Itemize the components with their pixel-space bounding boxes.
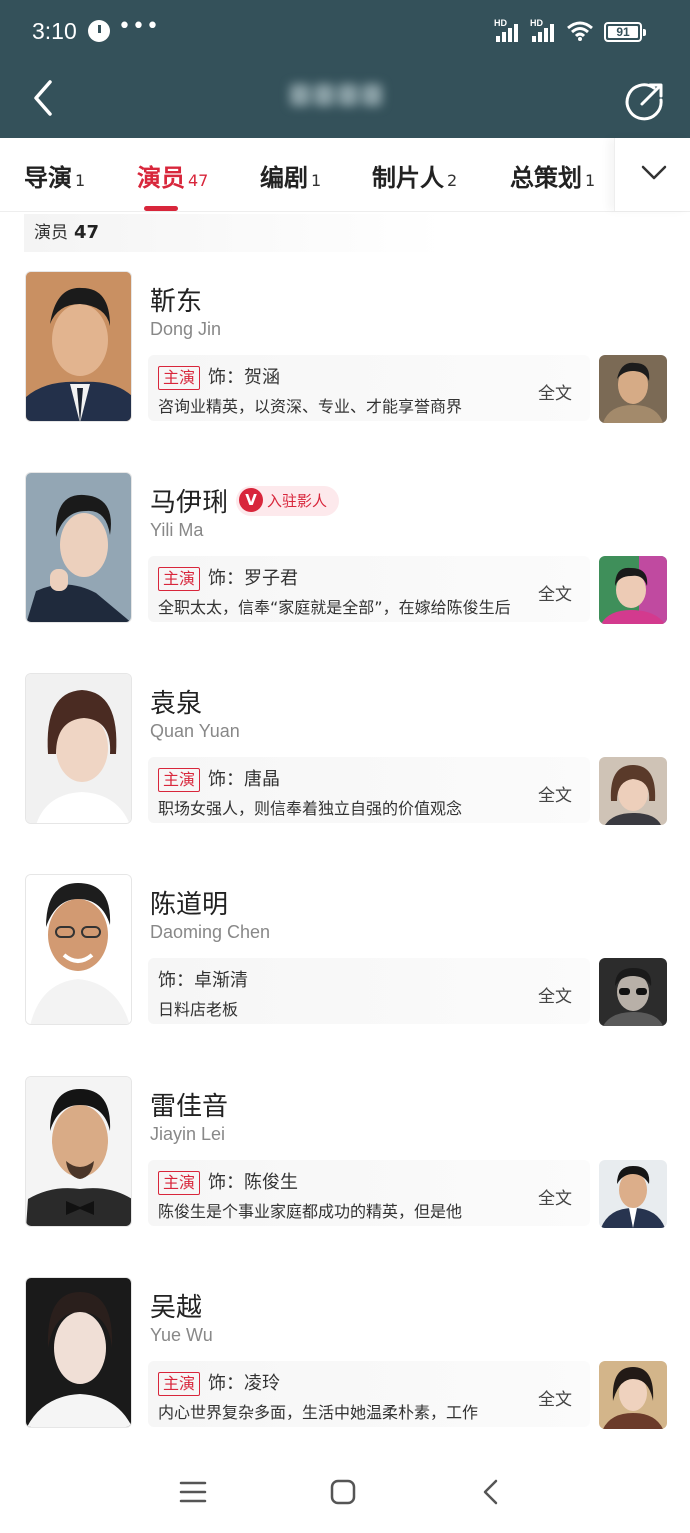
lead-role-tag: 主演	[158, 768, 201, 792]
full-text-link[interactable]: 全文	[538, 781, 572, 806]
actor-row[interactable]: 吴越 Yue Wu 主演 饰：凌玲 内心世界复杂多面，生活中她温柔朴素，工作 全文	[0, 1277, 690, 1429]
role-card[interactable]: 主演 饰：唐晶 职场女强人，则信奉着独立自强的价值观念	[148, 757, 590, 823]
full-text-link[interactable]: 全文	[538, 1184, 572, 1209]
alarm-icon	[88, 20, 110, 42]
role-description: 咨询业精英，以资深、专业、才能享誉商界	[158, 397, 463, 416]
full-text-link[interactable]: 全文	[538, 1385, 572, 1410]
role-name: 饰：凌玲	[208, 1373, 281, 1394]
role-description: 陈俊生是个事业家庭都成功的精英，但是他	[158, 1202, 463, 1221]
verified-badge[interactable]: V 入驻影人	[236, 485, 340, 516]
character-thumbnail[interactable]	[599, 1361, 667, 1429]
character-thumbnail[interactable]	[599, 958, 667, 1026]
role-description: 日料店老板	[158, 1000, 239, 1019]
actor-name-en: Daoming Chen	[150, 922, 271, 942]
role-card[interactable]: 主演 饰：陈俊生 陈俊生是个事业家庭都成功的精英，但是他	[148, 1160, 590, 1226]
full-text-link[interactable]: 全文	[538, 580, 572, 605]
lead-role-tag: 主演	[158, 1372, 201, 1396]
actor-name-en: Yue Wu	[150, 1325, 213, 1345]
tab-producer[interactable]: 制片人 2	[372, 158, 457, 193]
home-icon[interactable]	[325, 1474, 361, 1510]
battery-icon: 91	[604, 22, 646, 42]
character-thumbnail[interactable]	[599, 1160, 667, 1228]
tab-actors[interactable]: 演员 47	[137, 158, 208, 193]
actor-name-en: Yili Ma	[150, 520, 204, 540]
actor-row[interactable]: 陈道明 Daoming Chen 饰：卓渐清 日料店老板 全文	[0, 874, 690, 1026]
actor-photo[interactable]	[25, 1277, 132, 1428]
expand-tabs-button[interactable]	[614, 138, 690, 211]
wifi-icon	[567, 21, 593, 41]
role-card[interactable]: 主演 饰：贺涵 咨询业精英，以资深、专业、才能享誉商界	[148, 355, 590, 421]
section-header: 演员 47	[24, 214, 444, 252]
app-header: 3:10 ••• HD HD 91	[0, 0, 690, 138]
actor-name-cn: 陈道明	[150, 890, 229, 920]
actor-name-cn: 雷佳音	[150, 1092, 229, 1122]
actor-photo[interactable]	[25, 1076, 132, 1227]
role-name: 饰：唐晶	[208, 769, 281, 790]
back-button[interactable]	[24, 76, 64, 120]
share-button[interactable]	[624, 78, 668, 122]
actor-name-cn: 马伊琍	[150, 488, 229, 518]
full-text-link[interactable]: 全文	[538, 982, 572, 1007]
actor-row[interactable]: 马伊琍 V 入驻影人 Yili Ma 主演 饰：罗子君 全职太太，信奉“家庭就是全部”…	[0, 472, 690, 624]
actor-photo[interactable]	[25, 874, 132, 1025]
status-time: 3:10	[32, 18, 77, 44]
actor-row[interactable]: 雷佳音 Jiayin Lei 主演 饰：陈俊生 陈俊生是个事业家庭都成功的精英，但…	[0, 1076, 690, 1228]
section-title: 演员	[34, 223, 68, 243]
tab-screenwriter[interactable]: 编剧 1	[260, 158, 321, 193]
actor-name-en: Quan Yuan	[150, 721, 240, 741]
menu-icon[interactable]	[175, 1474, 211, 1510]
signal-icon-2	[532, 22, 562, 42]
character-thumbnail[interactable]	[599, 757, 667, 825]
verified-v-icon: V	[239, 488, 264, 512]
role-card[interactable]: 饰：卓渐清 日料店老板	[148, 958, 590, 1024]
system-nav-bar	[0, 1450, 690, 1533]
actor-photo[interactable]	[25, 673, 132, 824]
actor-name-cn: 吴越	[150, 1293, 203, 1323]
actor-photo[interactable]	[25, 472, 132, 623]
lead-role-tag: 主演	[158, 366, 201, 390]
actor-row[interactable]: 袁泉 Quan Yuan 主演 饰：唐晶 职场女强人，则信奉着独立自强的价值观念 …	[0, 673, 690, 825]
role-name: 饰：卓渐清	[158, 970, 248, 991]
actor-photo[interactable]	[25, 271, 132, 422]
page-title-blurred	[290, 84, 404, 110]
role-card[interactable]: 主演 饰：罗子君 全职太太，信奉“家庭就是全部”，在嫁给陈俊生后	[148, 556, 590, 622]
role-name: 饰：罗子君	[208, 568, 299, 589]
actor-name-cn: 袁泉	[150, 689, 203, 719]
role-name: 饰：贺涵	[208, 367, 281, 388]
full-text-link[interactable]: 全文	[538, 379, 572, 404]
character-thumbnail[interactable]	[599, 355, 667, 423]
role-description: 全职太太，信奉“家庭就是全部”，在嫁给陈俊生后	[158, 598, 511, 617]
lead-role-tag: 主演	[158, 567, 201, 591]
role-name: 饰：陈俊生	[208, 1172, 299, 1193]
section-count: 47	[74, 222, 100, 243]
more-notifications-icon: •••	[118, 14, 160, 39]
tab-director[interactable]: 导演 1	[24, 158, 85, 193]
battery-level: 91	[616, 25, 630, 39]
signal-icon-1	[496, 22, 526, 42]
active-tab-indicator	[144, 206, 178, 211]
role-card[interactable]: 主演 饰：凌玲 内心世界复杂多面，生活中她温柔朴素，工作	[148, 1361, 590, 1427]
lead-role-tag: 主演	[158, 1171, 201, 1195]
role-tabs: 导演 1 演员 47 编剧 1 制片人 2 总策划 1	[0, 138, 690, 212]
chevron-down-icon	[641, 165, 667, 180]
actor-name-en: Dong Jin	[150, 319, 222, 339]
back-icon[interactable]	[474, 1474, 510, 1510]
verified-badge-label: 入驻影人	[267, 491, 328, 510]
status-bar: 3:10 ••• HD HD 91	[0, 0, 690, 64]
actor-name-cn: 靳东	[150, 287, 203, 317]
tab-chief-planner[interactable]: 总策划 1	[510, 158, 595, 193]
role-description: 职场女强人，则信奉着独立自强的价值观念	[158, 799, 463, 818]
role-description: 内心世界复杂多面，生活中她温柔朴素，工作	[158, 1403, 479, 1422]
actor-name-en: Jiayin Lei	[150, 1124, 226, 1144]
character-thumbnail[interactable]	[599, 556, 667, 624]
actor-row[interactable]: 靳东 Dong Jin 主演 饰：贺涵 咨询业精英，以资深、专业、才能享誉商界 全…	[0, 271, 690, 423]
